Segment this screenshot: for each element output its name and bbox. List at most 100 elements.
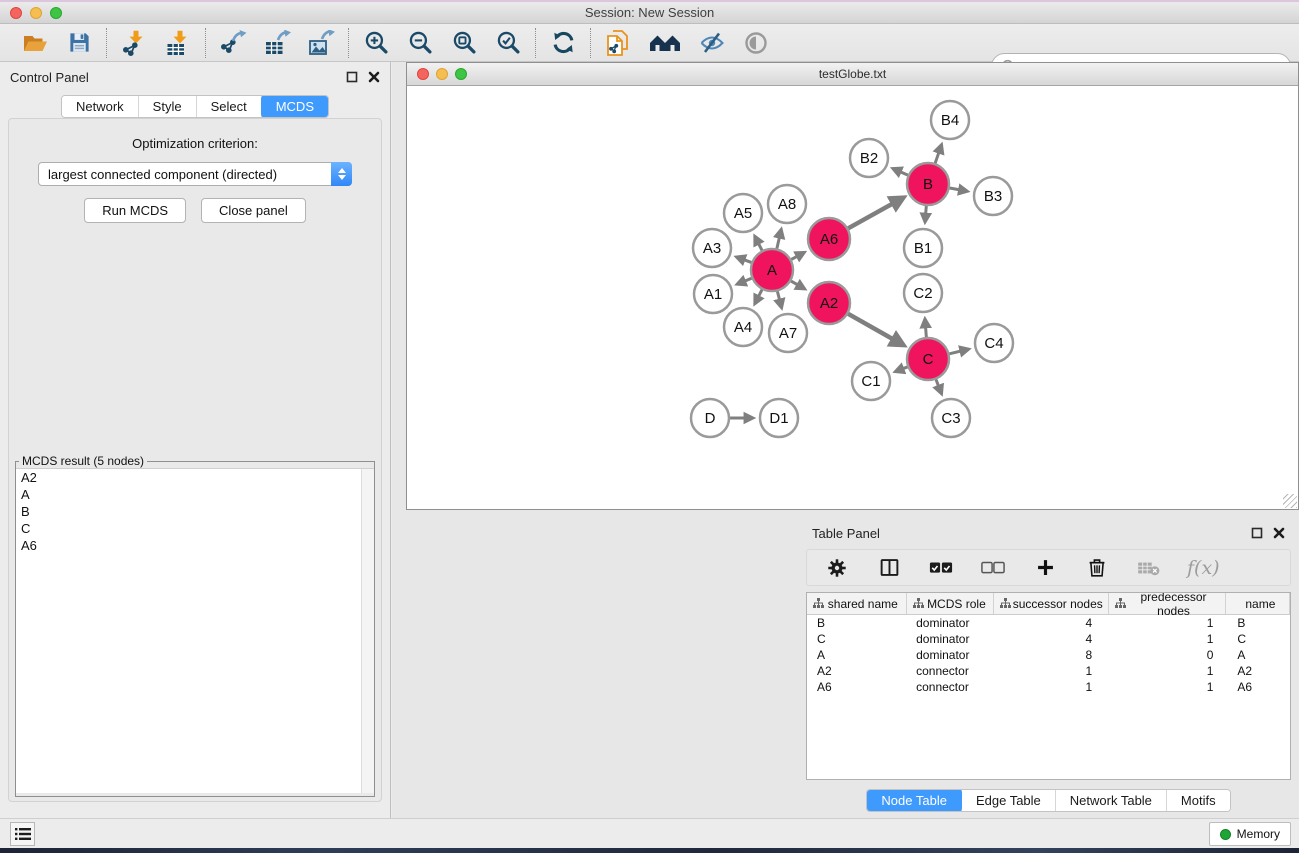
- create-column-button[interactable]: [1031, 554, 1059, 582]
- zoom-view-button[interactable]: [455, 68, 467, 80]
- select-all-columns-button[interactable]: [927, 554, 955, 582]
- graph-node-A6[interactable]: A6: [808, 218, 850, 260]
- table-row[interactable]: A dominator 8 0 A: [807, 647, 1290, 663]
- list-item[interactable]: A: [16, 486, 374, 503]
- table-options-button[interactable]: [823, 554, 851, 582]
- graph-edge-C-C1[interactable]: [895, 367, 907, 372]
- float-panel-icon[interactable]: [1251, 527, 1263, 539]
- graph-edge-B-B2[interactable]: [893, 168, 908, 175]
- table-cell[interactable]: A6: [1227, 680, 1290, 694]
- refresh-button[interactable]: [549, 29, 577, 57]
- table-cell[interactable]: 1: [993, 664, 1110, 678]
- table-cell[interactable]: connector: [906, 680, 993, 694]
- list-item[interactable]: A6: [16, 537, 374, 554]
- graph-node-C1[interactable]: C1: [852, 362, 890, 400]
- zoom-fit-button[interactable]: [450, 29, 478, 57]
- export-image-button[interactable]: [307, 29, 335, 57]
- zoom-window-button[interactable]: [50, 7, 62, 19]
- show-task-history-button[interactable]: [10, 822, 35, 846]
- column-header-predecessor-nodes[interactable]: predecessor nodes: [1109, 593, 1225, 614]
- table-row[interactable]: A6 connector 1 1 A6: [807, 679, 1290, 695]
- table-cell[interactable]: C: [1227, 632, 1290, 646]
- resize-grip[interactable]: [1283, 494, 1297, 508]
- graph-node-A2[interactable]: A2: [808, 282, 850, 324]
- list-item[interactable]: C: [16, 520, 374, 537]
- export-network-button[interactable]: [219, 29, 247, 57]
- close-window-button[interactable]: [10, 7, 22, 19]
- list-item[interactable]: B: [16, 503, 374, 520]
- graph-node-C3[interactable]: C3: [932, 399, 970, 437]
- network-canvas[interactable]: B4B2BB3A8A5A6A3B1AA1C2A2A4A7C4CC1C3DD1: [407, 86, 1298, 509]
- show-graphics-button[interactable]: [742, 29, 770, 57]
- zoom-in-button[interactable]: [362, 29, 390, 57]
- graph-node-B[interactable]: B: [907, 163, 949, 205]
- import-network-button[interactable]: [120, 29, 148, 57]
- table-cell[interactable]: 1: [1110, 664, 1227, 678]
- close-view-button[interactable]: [417, 68, 429, 80]
- zoom-selected-button[interactable]: [494, 29, 522, 57]
- graph-node-A4[interactable]: A4: [724, 308, 762, 346]
- tab-node-table[interactable]: Node Table: [866, 789, 963, 812]
- tab-style[interactable]: Style: [139, 96, 197, 117]
- graph-node-C[interactable]: C: [907, 338, 949, 380]
- memory-button[interactable]: Memory: [1209, 822, 1291, 846]
- clone-network-button[interactable]: [604, 29, 632, 57]
- tab-motifs[interactable]: Motifs: [1167, 790, 1230, 811]
- graph-node-C4[interactable]: C4: [975, 324, 1013, 362]
- table-cell[interactable]: 1: [1110, 632, 1227, 646]
- graph-edge-A-A7[interactable]: [777, 291, 781, 307]
- scrollbar[interactable]: [361, 469, 374, 793]
- graph-node-B1[interactable]: B1: [904, 229, 942, 267]
- table-cell[interactable]: connector: [906, 664, 993, 678]
- tab-network-table[interactable]: Network Table: [1056, 790, 1167, 811]
- table-row[interactable]: B dominator 4 1 B: [807, 615, 1290, 631]
- tab-edge-table[interactable]: Edge Table: [962, 790, 1056, 811]
- save-session-button[interactable]: [65, 29, 93, 57]
- table-cell[interactable]: dominator: [906, 632, 993, 646]
- column-header-shared-name[interactable]: shared name: [807, 593, 907, 614]
- table-cell[interactable]: A: [807, 648, 906, 662]
- graph-node-A8[interactable]: A8: [768, 185, 806, 223]
- criterion-select[interactable]: largest connected component (directed): [38, 162, 352, 186]
- minimize-window-button[interactable]: [30, 7, 42, 19]
- graph-node-A5[interactable]: A5: [724, 194, 762, 232]
- table-row[interactable]: C dominator 4 1 C: [807, 631, 1290, 647]
- table-cell[interactable]: 4: [993, 632, 1110, 646]
- table-cell[interactable]: B: [1227, 616, 1290, 630]
- mcds-result-list[interactable]: A2 A B C A6: [16, 468, 374, 793]
- table-cell[interactable]: C: [807, 632, 906, 646]
- table-cell[interactable]: 4: [993, 616, 1110, 630]
- graph-node-C2[interactable]: C2: [904, 274, 942, 312]
- graph-node-D[interactable]: D: [691, 399, 729, 437]
- float-panel-icon[interactable]: [346, 71, 358, 83]
- hide-graphics-button[interactable]: [698, 29, 726, 57]
- graph-node-A7[interactable]: A7: [769, 314, 807, 352]
- unselect-all-columns-button[interactable]: [979, 554, 1007, 582]
- graph-node-B2[interactable]: B2: [850, 139, 888, 177]
- table-cell[interactable]: A2: [1227, 664, 1290, 678]
- tab-select[interactable]: Select: [197, 96, 262, 117]
- graph-edge-A6-B[interactable]: [848, 198, 903, 229]
- table-cell[interactable]: dominator: [906, 616, 993, 630]
- graph-edge-C-C3[interactable]: [936, 379, 942, 393]
- tab-mcds[interactable]: MCDS: [261, 95, 329, 118]
- table-cell[interactable]: A2: [807, 664, 906, 678]
- graph-edge-A-A8[interactable]: [777, 229, 781, 248]
- table-cell[interactable]: 1: [993, 680, 1110, 694]
- graph-node-D1[interactable]: D1: [760, 399, 798, 437]
- graph-edge-B-B3[interactable]: [950, 188, 968, 191]
- table-cell[interactable]: B: [807, 616, 906, 630]
- graph-edge-A-A4[interactable]: [755, 290, 762, 304]
- graph-edge-C-C2[interactable]: [925, 319, 926, 337]
- close-panel-button[interactable]: Close panel: [201, 198, 306, 223]
- table-cell[interactable]: 8: [993, 648, 1110, 662]
- show-column-panel-button[interactable]: [875, 554, 903, 582]
- close-panel-icon[interactable]: [1273, 527, 1285, 539]
- run-mcds-button[interactable]: Run MCDS: [84, 198, 186, 223]
- import-table-button[interactable]: [164, 29, 192, 57]
- graph-edge-A2-C[interactable]: [848, 314, 903, 345]
- graph-edge-C-C4[interactable]: [949, 349, 968, 354]
- tab-network[interactable]: Network: [62, 96, 139, 117]
- network-window-titlebar[interactable]: testGlobe.txt: [407, 63, 1298, 86]
- table-cell[interactable]: 1: [1110, 680, 1227, 694]
